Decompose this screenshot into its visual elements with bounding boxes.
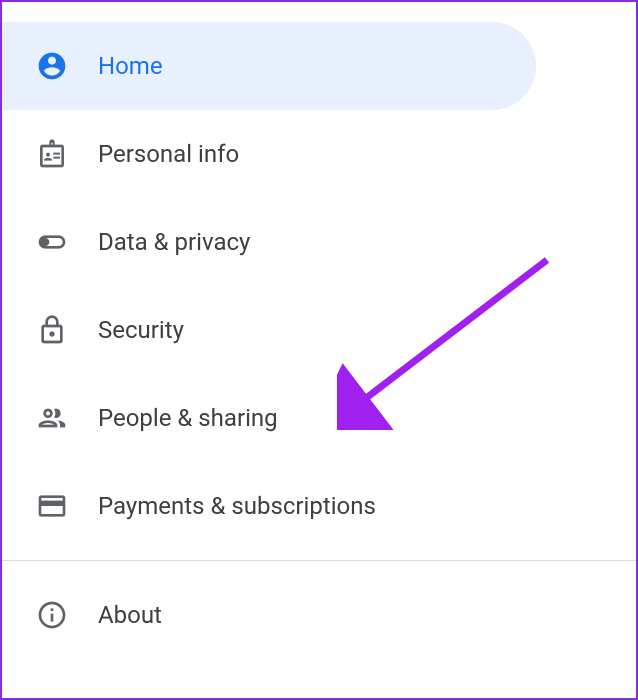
nav-item-about[interactable]: About [2, 571, 636, 659]
nav-item-payments[interactable]: Payments & subscriptions [2, 462, 636, 550]
nav-item-label: Personal info [98, 140, 239, 168]
nav-item-security[interactable]: Security [2, 286, 636, 374]
nav-item-data-privacy[interactable]: Data & privacy [2, 198, 636, 286]
nav-item-home[interactable]: Home [2, 22, 536, 110]
sidebar-navigation: Home Personal info Data & privacy Securi… [2, 2, 636, 659]
people-icon [36, 402, 68, 434]
badge-icon [36, 138, 68, 170]
nav-item-label: About [98, 601, 162, 629]
credit-card-icon [36, 490, 68, 522]
nav-item-label: Home [98, 52, 163, 80]
info-icon [36, 599, 68, 631]
divider [2, 560, 636, 561]
nav-item-label: Data & privacy [98, 228, 250, 256]
lock-icon [36, 314, 68, 346]
account-circle-icon [36, 50, 68, 82]
nav-item-people-sharing[interactable]: People & sharing [2, 374, 636, 462]
nav-item-label: Payments & subscriptions [98, 492, 376, 520]
nav-item-personal-info[interactable]: Personal info [2, 110, 636, 198]
toggle-icon [36, 226, 68, 258]
nav-item-label: People & sharing [98, 404, 278, 432]
nav-item-label: Security [98, 316, 184, 344]
